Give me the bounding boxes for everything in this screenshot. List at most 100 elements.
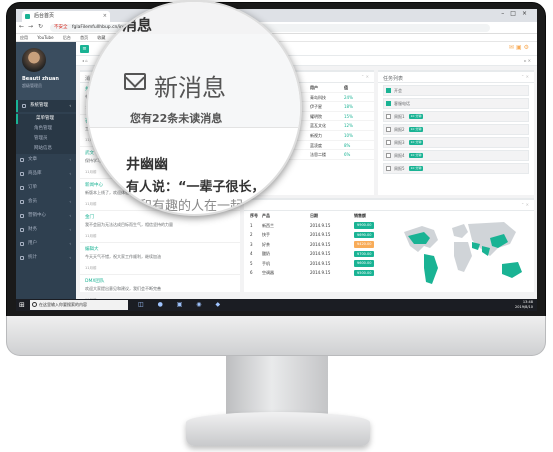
forward-icon[interactable]: → <box>28 23 33 30</box>
taskbar-clock[interactable]: 13:48 2019/8/10 <box>515 300 533 310</box>
sidebar-item[interactable]: ‹ 订单 <box>16 182 76 194</box>
row-amount-badge: ¥700.00 <box>354 250 375 257</box>
task-time-badge: 10 分钟 <box>408 114 424 119</box>
insecure-warning: 不安全 <box>54 25 68 30</box>
task-item[interactable]: 周报3 10 分钟 <box>383 137 529 148</box>
chevron-icon: ‹ <box>69 227 71 232</box>
back-icon[interactable]: ← <box>19 23 24 30</box>
unread-count-text: 您有22条未读消息 <box>130 112 223 125</box>
project-name: 耀明院 <box>310 113 322 119</box>
col-header-amount: 销售额 <box>354 213 366 218</box>
sidebar-item[interactable]: ‹ 文章 <box>16 154 76 166</box>
top-notification-icons[interactable]: ✉▣⚙ <box>509 44 531 51</box>
project-value: 8% <box>344 142 351 148</box>
task-checkbox[interactable] <box>386 101 391 106</box>
task-label: 客服电话 <box>394 101 410 106</box>
sidebar-item[interactable]: 角色管理 <box>16 124 76 134</box>
task-item[interactable]: 周报4 10 分钟 <box>383 150 529 161</box>
task-item[interactable]: 周报2 10 分钟 <box>383 124 529 135</box>
sidebar-item-label: 菜单管理 <box>36 116 54 121</box>
taskbar-pinned-apps[interactable]: ◫ ● ▣ ◉ ◆ <box>138 300 226 310</box>
sidebar-item-label: 网站信息 <box>34 146 52 151</box>
chevron-icon: ‹ <box>69 171 71 176</box>
browser-tab-title: 后台首页 <box>34 13 55 19</box>
sidebar-item[interactable]: ‹ 统计 <box>16 252 76 264</box>
sidebar-item[interactable]: 菜单管理 <box>16 114 76 124</box>
bookmark-item[interactable]: 后台 <box>63 35 71 40</box>
project-name: 新视力 <box>310 132 322 138</box>
row-index: 5 <box>250 260 253 266</box>
sidebar-item[interactable]: ‹ 商品库 <box>16 168 76 180</box>
task-checkbox[interactable] <box>386 140 391 145</box>
menu-icon <box>20 200 24 204</box>
windows-start-icon[interactable]: ⊞ <box>19 301 25 309</box>
col-header-user: 用户 <box>310 85 318 90</box>
new-message-title: 新消息 <box>154 74 226 102</box>
cortana-icon <box>32 302 37 307</box>
chevron-icon: ‹ <box>69 185 71 190</box>
row-index: 4 <box>250 251 253 256</box>
project-value: 10% <box>344 132 353 138</box>
window-controls[interactable]: –□× <box>501 10 533 17</box>
row-date: 2014.9.15 <box>310 270 331 275</box>
sidebar-item[interactable]: ‹ 系统管理 <box>16 100 76 112</box>
row-product: 好茶 <box>262 241 270 247</box>
task-item[interactable]: 周报1 10 分钟 <box>383 111 529 122</box>
monitor-mockup: 后台首页 × –□× ← → ↻ 不安全 fglaFilemfullhbup.c… <box>0 0 553 452</box>
task-item[interactable]: 周报5 10 分钟 <box>383 163 529 174</box>
bookmark-item[interactable]: 应用 <box>20 35 28 40</box>
menu-icon <box>20 214 24 218</box>
sidebar-item-label: 营销中心 <box>28 213 46 218</box>
task-label: 周报5 <box>394 166 405 171</box>
tasks-panel: 任务列表 ⌃ ✕ 开会 客服电话 周报1 10 分钟 周报2 10 分钟 周报3 10 分钟周… <box>378 70 534 195</box>
task-checkbox[interactable] <box>386 88 391 93</box>
task-checkbox[interactable] <box>386 127 391 132</box>
sidebar-item[interactable]: ‹ 营销中心 <box>16 210 76 222</box>
sidebar-item[interactable]: ‹ 财务 <box>16 224 76 236</box>
panel-tools-icon[interactable]: ⌃ ✕ <box>361 74 369 79</box>
project-value: 15% <box>344 113 353 119</box>
sidebar-item-label: 订单 <box>28 185 37 190</box>
message-item[interactable]: 金门 我不会因为无法达成目标而生气，相信坚持的力量 11月前 <box>80 211 240 243</box>
project-value: 12% <box>344 123 353 129</box>
col-header-product: 产品 <box>262 213 270 218</box>
sidebar-item[interactable]: ‹ 用户 <box>16 238 76 250</box>
project-value: 6% <box>344 152 351 158</box>
sidebar-item[interactable]: ‹ 会员 <box>16 196 76 208</box>
task-checkbox[interactable] <box>386 114 391 119</box>
clock-date: 2019/8/10 <box>515 305 533 309</box>
bookmark-item[interactable]: 首页 <box>80 35 88 40</box>
panel-tools-icon[interactable]: ⌃ ✕ <box>521 202 529 207</box>
project-value: 24% <box>344 94 353 100</box>
project-name: 蓝瓦文化 <box>310 123 326 129</box>
chevron-icon: ‹ <box>69 103 71 108</box>
row-amount-badge: ¥420.00 <box>354 241 375 248</box>
message-item[interactable]: 编辑大 今天天气不错，祝大家工作顺利，继续加油 11月前 <box>80 243 240 275</box>
sidebar-item-label: 管理员 <box>34 136 48 141</box>
world-map <box>404 222 522 284</box>
chevron-icon: ‹ <box>69 255 71 260</box>
menu-icon <box>20 186 24 190</box>
page-tab-controls[interactable]: ▸ ✕ <box>524 56 531 66</box>
task-label: 周报3 <box>394 140 405 145</box>
reload-icon[interactable]: ↻ <box>38 23 43 30</box>
message-time: 11月前 <box>85 266 97 270</box>
bookmark-item[interactable]: YouTube <box>37 35 53 40</box>
task-checkbox[interactable] <box>386 153 391 158</box>
row-product: 空调器 <box>262 270 274 275</box>
panel-tools-icon[interactable]: ⌃ ✕ <box>521 74 529 79</box>
page-tab-home-icon[interactable]: ◂ ⌂ <box>82 58 88 63</box>
sidebar-item[interactable]: 管理员 <box>16 134 76 144</box>
favicon-icon <box>25 14 30 19</box>
task-item[interactable]: 客服电话 <box>383 98 529 109</box>
chevron-icon: ‹ <box>69 199 71 204</box>
taskbar-search-input[interactable]: 在这里输入你要搜索的内容 <box>30 300 128 310</box>
sidebar-item-label: 财务 <box>28 227 37 232</box>
row-date: 2014.9.15 <box>310 241 331 247</box>
task-item[interactable]: 开会 <box>383 85 529 96</box>
avatar[interactable] <box>22 48 46 72</box>
message-time: 11月前 <box>85 234 97 238</box>
sidebar-item[interactable]: 网站信息 <box>16 144 76 154</box>
task-checkbox[interactable] <box>386 166 391 171</box>
row-amount-badge: ¥600.00 <box>354 260 375 267</box>
